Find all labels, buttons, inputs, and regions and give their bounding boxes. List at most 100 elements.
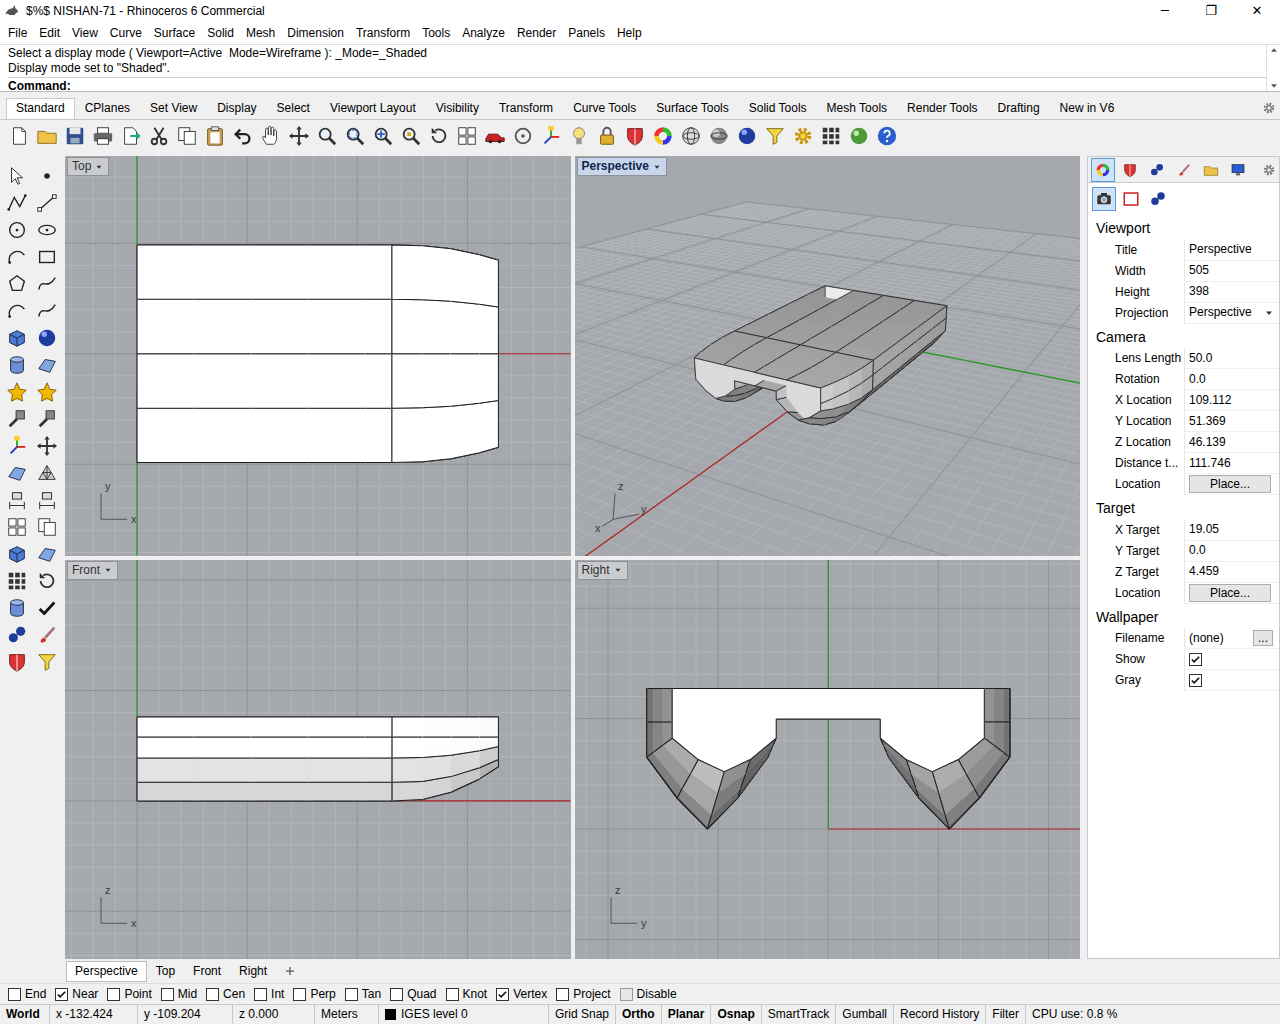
status-text[interactable]: Planar: [668, 1007, 705, 1022]
property-value[interactable]: Perspective: [1184, 303, 1279, 324]
fillet-icon[interactable]: [6, 300, 28, 322]
property-field[interactable]: 19.05: [1189, 522, 1219, 537]
toolbar-tab[interactable]: Set View: [140, 98, 207, 119]
osnap-label[interactable]: Cen: [223, 987, 245, 1002]
property-page-button[interactable]: [1092, 187, 1116, 211]
toolbar-tab[interactable]: Render Tools: [897, 98, 988, 119]
dropdown-arrow-icon[interactable]: [652, 162, 662, 172]
dropdown-arrow-icon[interactable]: [94, 162, 104, 172]
property-field[interactable]: Perspective: [1189, 242, 1252, 257]
toolbar-tab[interactable]: Standard: [6, 98, 75, 119]
lock-icon[interactable]: [596, 125, 618, 147]
arc-icon[interactable]: [6, 246, 28, 268]
status-text[interactable]: Gumball: [842, 1007, 887, 1022]
panel-tab[interactable]: [1091, 158, 1115, 182]
status-cell[interactable]: Ortho: [616, 1005, 662, 1024]
selection-filter-icon[interactable]: [764, 125, 786, 147]
osnap-label[interactable]: Near: [72, 987, 98, 1002]
status-cell[interactable]: SmartTrack: [762, 1005, 837, 1024]
viewport-tab[interactable]: Right: [230, 961, 276, 982]
viewport-label[interactable]: Perspective: [577, 157, 667, 176]
osnap-checkbox[interactable]: [345, 988, 358, 1001]
extend-curve-icon[interactable]: [36, 300, 58, 322]
mesh-icon[interactable]: [36, 462, 58, 484]
move-icon[interactable]: [36, 435, 58, 457]
property-value[interactable]: [1184, 649, 1279, 670]
undo-arrow-icon[interactable]: [232, 125, 254, 147]
status-cell[interactable]: Osnap: [711, 1005, 761, 1024]
select-arrow-icon[interactable]: [6, 165, 28, 187]
property-page-button[interactable]: [1119, 187, 1143, 211]
property-value[interactable]: (none)...: [1184, 628, 1279, 649]
save-disk-icon[interactable]: [64, 125, 86, 147]
viewport-label[interactable]: Right: [577, 561, 628, 580]
menu-item[interactable]: View: [66, 22, 104, 44]
point-icon[interactable]: [36, 165, 58, 187]
duplicate-icon[interactable]: [36, 516, 58, 538]
osnap-checkbox[interactable]: [293, 988, 306, 1001]
rectangle-icon[interactable]: [36, 246, 58, 268]
osnap-label[interactable]: Quad: [407, 987, 436, 1002]
paint-icon[interactable]: [36, 624, 58, 646]
cylinder-icon[interactable]: [6, 354, 28, 376]
osnap-option[interactable]: Cen: [206, 987, 245, 1002]
menu-item[interactable]: Curve: [104, 22, 148, 44]
panel-tab[interactable]: [1118, 158, 1142, 182]
osnap-option[interactable]: End: [8, 987, 46, 1002]
wireframe-sphere-icon[interactable]: [680, 125, 702, 147]
osnap-option[interactable]: Vertex: [496, 987, 547, 1002]
sphere-icon[interactable]: [36, 327, 58, 349]
menu-item[interactable]: Surface: [148, 22, 201, 44]
split-icon[interactable]: [36, 408, 58, 430]
menu-item[interactable]: Dimension: [281, 22, 350, 44]
osnap-option[interactable]: Quad: [390, 987, 436, 1002]
property-value[interactable]: 0.0: [1184, 369, 1279, 390]
text-tool-icon[interactable]: [6, 489, 28, 511]
osnap-label[interactable]: Project: [573, 987, 610, 1002]
viewport-tab[interactable]: Top: [147, 961, 184, 982]
status-text[interactable]: Osnap: [717, 1007, 754, 1022]
property-value[interactable]: 109.112: [1184, 390, 1279, 411]
osnap-label[interactable]: Knot: [463, 987, 488, 1002]
help-icon[interactable]: [876, 125, 898, 147]
circle-icon[interactable]: [6, 219, 28, 241]
viewport-canvas[interactable]: zxy: [575, 156, 1081, 556]
menu-item[interactable]: Analyze: [456, 22, 511, 44]
status-text[interactable]: SmartTrack: [768, 1007, 830, 1022]
loft-icon[interactable]: [36, 543, 58, 565]
osnap-label[interactable]: Disable: [637, 987, 677, 1002]
property-page-button[interactable]: [1146, 187, 1170, 211]
osnap-checkbox[interactable]: [254, 988, 267, 1001]
add-tab-plus-icon[interactable]: [284, 965, 296, 977]
viewport-title[interactable]: Front: [72, 563, 100, 578]
viewport-label[interactable]: Top: [67, 157, 109, 176]
property-field[interactable]: 398: [1189, 284, 1209, 299]
zoom-icon[interactable]: [316, 125, 338, 147]
osnap-checkbox[interactable]: [496, 988, 509, 1001]
viewport[interactable]: yxTop: [65, 156, 571, 556]
boat-model[interactable]: [137, 245, 498, 462]
scroll-up-icon[interactable]: [1269, 45, 1279, 55]
menu-item[interactable]: Transform: [350, 22, 416, 44]
osnap-option[interactable]: Knot: [446, 987, 488, 1002]
projection-select[interactable]: Perspective: [1189, 305, 1263, 320]
toolbar-tab[interactable]: Solid Tools: [739, 98, 817, 119]
property-field[interactable]: 505: [1189, 263, 1209, 278]
toolbar-tab[interactable]: Select: [267, 98, 320, 119]
viewport-canvas[interactable]: zy: [575, 560, 1081, 960]
viewport-tab[interactable]: Perspective: [66, 961, 147, 982]
viewport[interactable]: zyRight: [575, 560, 1081, 960]
target-icon[interactable]: [512, 125, 534, 147]
osnap-label[interactable]: Tan: [362, 987, 381, 1002]
polygon-icon[interactable]: [6, 273, 28, 295]
menu-item[interactable]: Help: [611, 22, 648, 44]
status-text[interactable]: Ortho: [622, 1007, 655, 1022]
minimize-button[interactable]: ─: [1142, 0, 1188, 22]
browse-button[interactable]: ...: [1253, 630, 1273, 646]
menu-item[interactable]: Panels: [562, 22, 611, 44]
property-value[interactable]: 19.05: [1184, 520, 1279, 541]
grid-dots-icon[interactable]: [820, 125, 842, 147]
place-button[interactable]: Place...: [1189, 475, 1271, 493]
four-viewports-icon[interactable]: [456, 125, 478, 147]
render-icon[interactable]: [848, 125, 870, 147]
